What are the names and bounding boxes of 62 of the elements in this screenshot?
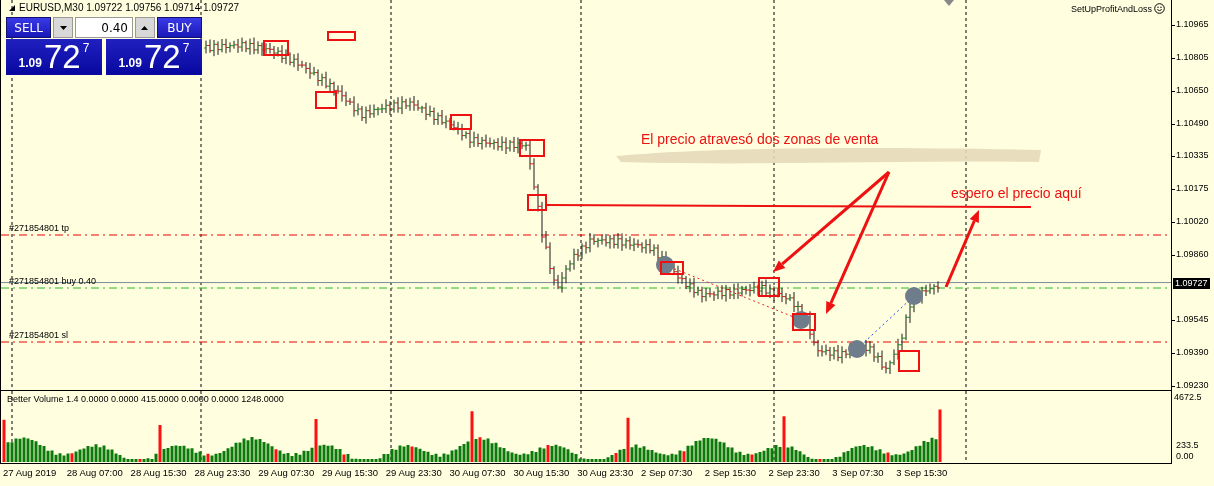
price-label: 1.09545: [1176, 314, 1209, 325]
price-label: 1.10020: [1176, 215, 1209, 226]
time-label: 28 Aug 23:30: [194, 466, 252, 480]
order-label: #271854801 buy 0.40: [9, 276, 97, 286]
position-marker: [905, 287, 923, 305]
chart-title: EURUSD,M30 1.09722 1.09756 1.09714 1.09727: [19, 2, 240, 13]
highlight-rectangle: [263, 40, 289, 56]
increase-button[interactable]: [135, 17, 155, 38]
time-label: 29 Aug 23:30: [385, 466, 443, 480]
position-marker: [656, 256, 674, 274]
current-price-label: 1.09727: [1173, 277, 1210, 289]
time-label: 30 Aug 07:30: [449, 466, 507, 480]
price-label: 1.10175: [1176, 183, 1209, 194]
time-label: 27 Aug 2019: [3, 466, 58, 480]
time-label: 30 Aug 15:30: [513, 466, 571, 480]
time-label: 29 Aug 15:30: [322, 466, 379, 480]
time-label: 2 Sep 07:30: [640, 466, 694, 480]
price-label: 1.10335: [1176, 150, 1209, 161]
time-label: 28 Aug 15:30: [130, 466, 188, 480]
indicator-label: Better Volume 1.4 0.0000 0.0000 415.0000 0.0000 0.0000 1248.0000: [7, 394, 284, 404]
time-label: 28 Aug 07:00: [66, 466, 124, 480]
highlight-rectangle: [327, 31, 356, 41]
shift-marker-icon: [944, 0, 954, 6]
decrease-button[interactable]: [53, 17, 73, 38]
time-label: 29 Aug 07:30: [258, 466, 316, 480]
highlight-rectangle: [792, 313, 816, 331]
highlight-rectangle: [527, 194, 547, 211]
order-label: #271854801 sl: [9, 330, 69, 340]
order-label: #271854801 tp: [9, 223, 70, 233]
position-marker: [792, 311, 810, 329]
price-label: 1.10965: [1176, 19, 1209, 29]
time-label: 2 Sep 23:30: [768, 466, 821, 480]
time-label: 30 Aug 23:30: [577, 466, 635, 480]
highlight-rectangle: [315, 91, 337, 109]
expert-name: SetUpProfitAndLoss: [1070, 3, 1152, 14]
price-label: 1.10805: [1176, 52, 1209, 63]
up-arrow-icon: [141, 25, 149, 30]
time-label: 3 Sep 15:30: [896, 466, 949, 480]
highlight-rectangle: [660, 261, 684, 275]
highlight-rectangle: [519, 139, 545, 157]
price-label: 1.10650: [1176, 84, 1209, 95]
position-marker: [848, 340, 866, 358]
down-arrow-icon: [59, 25, 67, 30]
lot-field[interactable]: 0.40: [75, 17, 133, 38]
volume-axis-label: 233.5: [1176, 440, 1199, 450]
annotation-text: El precio atravesó dos zonas de venta: [641, 131, 879, 147]
volume-axis-label: 0.00: [1176, 451, 1194, 461]
highlight-rectangle: [450, 114, 472, 130]
volume-axis-label: 4672.5: [1174, 392, 1202, 402]
price-label: 1.09390: [1176, 346, 1209, 357]
highlight-rectangle: [898, 350, 920, 372]
triangle-icon[interactable]: [9, 4, 15, 11]
time-label: 2 Sep 15:30: [704, 466, 757, 480]
buy-button[interactable]: BUY: [156, 17, 202, 38]
price-label: 1.09230: [1176, 380, 1209, 390]
price-label: 1.09860: [1176, 248, 1209, 259]
time-label: 3 Sep 07:30: [832, 466, 885, 480]
sell-button[interactable]: SELL: [6, 17, 52, 38]
price-label: 1.10490: [1176, 117, 1209, 128]
smiley-icon: [1154, 3, 1165, 14]
highlight-rectangle: [758, 277, 780, 297]
annotation-text: espero el precio aquí: [951, 185, 1082, 201]
